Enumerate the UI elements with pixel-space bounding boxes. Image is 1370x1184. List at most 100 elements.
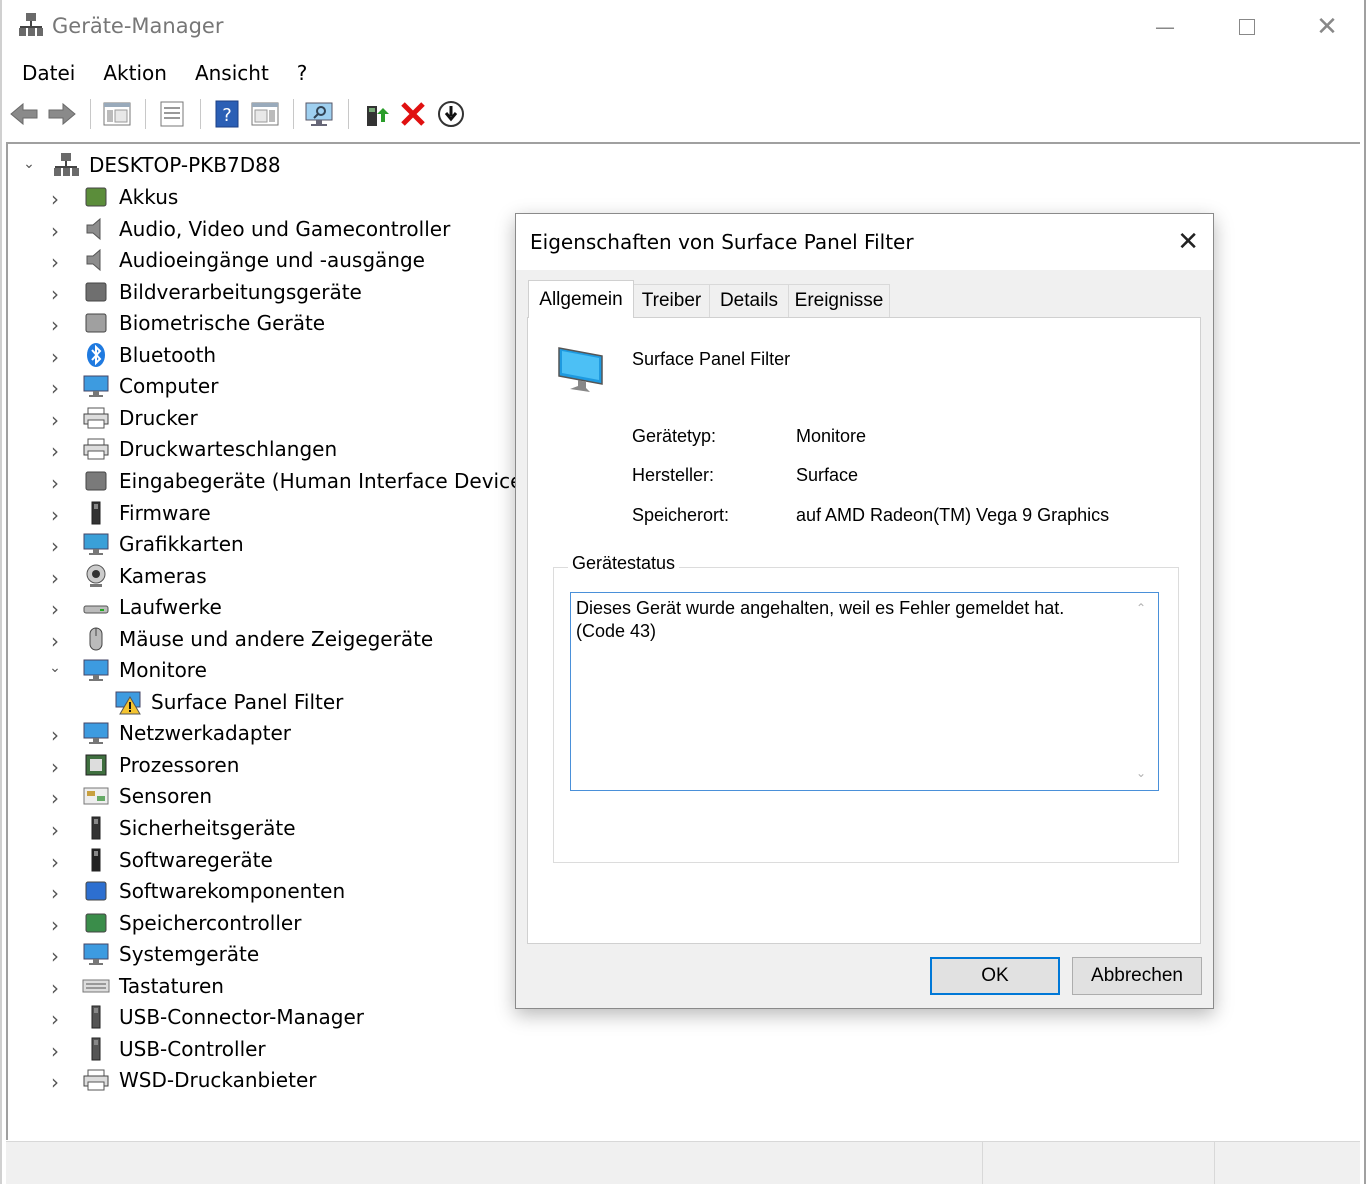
- close-button[interactable]: ✕: [1286, 0, 1368, 54]
- expand-arrow-icon[interactable]: ›: [48, 629, 62, 653]
- tree-category[interactable]: › Bildverarbeitungsgeräte: [51, 277, 362, 307]
- action-pane-button[interactable]: [247, 97, 283, 131]
- tree-category[interactable]: › Softwaregeräte: [51, 845, 273, 875]
- firmware-icon: [91, 501, 101, 524]
- help-button[interactable]: ?: [209, 97, 245, 131]
- tab-treiber[interactable]: Treiber: [633, 284, 710, 317]
- cancel-button[interactable]: Abbrechen: [1072, 957, 1202, 995]
- monitor-icon: [83, 659, 109, 682]
- expand-arrow-icon[interactable]: ›: [48, 345, 62, 369]
- tree-category[interactable]: › Biometrische Geräte: [51, 308, 326, 338]
- dialog-close-button[interactable]: ✕: [1177, 226, 1199, 257]
- tree-category[interactable]: › Drucker: [51, 403, 198, 433]
- expand-arrow-icon[interactable]: ›: [48, 471, 62, 495]
- disable-device-button[interactable]: [433, 97, 469, 131]
- display-adapter-icon: [83, 533, 109, 556]
- tree-category[interactable]: › Laufwerke: [51, 592, 222, 622]
- tree-category[interactable]: › Bluetooth: [51, 340, 216, 370]
- menu-ansicht[interactable]: Ansicht: [181, 58, 283, 90]
- properties-button[interactable]: [154, 97, 190, 131]
- location-label: Speicherort:: [632, 505, 730, 525]
- tree-category[interactable]: › Tastaturen: [51, 971, 224, 1001]
- tree-category[interactable]: › Speichercontroller: [51, 908, 301, 938]
- expand-arrow-icon[interactable]: ›: [48, 219, 62, 243]
- device-status-textbox[interactable]: Dieses Gerät wurde angehalten, weil es F…: [570, 592, 1159, 791]
- tree-category[interactable]: › Kameras: [51, 561, 207, 591]
- tab-ereignisse[interactable]: Ereignisse: [788, 284, 890, 317]
- expand-arrow-icon[interactable]: ›: [48, 597, 62, 621]
- show-hide-console-tree-button[interactable]: [99, 97, 135, 131]
- scroll-down-icon[interactable]: ⌄: [1136, 766, 1146, 780]
- tree-category[interactable]: › Netzwerkadapter: [51, 718, 291, 748]
- expand-arrow-icon[interactable]: ›: [48, 566, 62, 590]
- expand-arrow-icon[interactable]: ›: [48, 187, 62, 211]
- toolbar-separator: [348, 99, 349, 129]
- expand-arrow-icon[interactable]: ›: [48, 1070, 62, 1094]
- tree-category[interactable]: › Softwarekomponenten: [51, 876, 345, 906]
- back-button[interactable]: [6, 97, 42, 131]
- expand-arrow-icon[interactable]: ›: [48, 534, 62, 558]
- expand-arrow-icon[interactable]: ›: [48, 755, 62, 779]
- tree-category-label: Biometrische Geräte: [119, 311, 326, 336]
- tree-category[interactable]: › USB-Controller: [51, 1034, 266, 1064]
- expand-arrow-icon[interactable]: ›: [48, 1039, 62, 1063]
- expand-arrow-icon[interactable]: ›: [48, 913, 62, 937]
- tree-category-label: Softwaregeräte: [119, 847, 273, 872]
- tree-category[interactable]: ⌄ Monitore: [49, 655, 207, 685]
- expand-arrow-icon[interactable]: ›: [48, 1007, 62, 1031]
- expand-arrow-icon[interactable]: ›: [48, 376, 62, 400]
- tree-category-label: Druckwarteschlangen: [119, 437, 338, 462]
- maximize-button[interactable]: [1206, 0, 1288, 54]
- tab-details[interactable]: Details: [709, 284, 789, 317]
- expand-arrow-icon[interactable]: ›: [48, 976, 62, 1000]
- battery-icon: [85, 187, 107, 207]
- close-icon: ✕: [1316, 12, 1338, 42]
- tree-root[interactable]: ⌄ DESKTOP-PKB7D88: [22, 150, 281, 180]
- collapse-arrow-icon[interactable]: ⌄: [48, 660, 62, 676]
- tree-category[interactable]: › Computer: [51, 371, 218, 401]
- tree-device[interactable]: Surface Panel Filter: [114, 687, 343, 717]
- scroll-up-icon[interactable]: ⌃: [1136, 601, 1146, 615]
- expand-arrow-icon[interactable]: ›: [48, 881, 62, 905]
- expand-arrow-icon[interactable]: ›: [48, 282, 62, 306]
- update-driver-button[interactable]: [357, 97, 393, 131]
- tree-category[interactable]: › Sensoren: [51, 781, 212, 811]
- tree-category[interactable]: › Akkus: [51, 182, 178, 212]
- tree-category[interactable]: › WSD-Druckanbieter: [51, 1065, 316, 1095]
- expand-arrow-icon[interactable]: ›: [48, 786, 62, 810]
- collapse-arrow-icon[interactable]: ⌄: [22, 156, 36, 172]
- computer-tree-icon: [19, 13, 43, 36]
- scan-hardware-button[interactable]: [302, 97, 338, 131]
- uninstall-button[interactable]: [395, 97, 431, 131]
- tree-category[interactable]: › Grafikkarten: [51, 529, 244, 559]
- tree-category[interactable]: › USB-Connector-Manager: [51, 1002, 364, 1032]
- expand-arrow-icon[interactable]: ›: [48, 818, 62, 842]
- tree-category[interactable]: › Systemgeräte: [51, 939, 259, 969]
- expand-arrow-icon[interactable]: ›: [48, 313, 62, 337]
- ok-button[interactable]: OK: [930, 957, 1060, 995]
- tree-category-label: Monitore: [119, 658, 207, 683]
- tree-category[interactable]: › Druckwarteschlangen: [51, 434, 338, 464]
- expand-arrow-icon[interactable]: ›: [48, 944, 62, 968]
- tree-category[interactable]: › Audio, Video und Gamecontroller: [51, 214, 450, 244]
- menu-help[interactable]: ?: [283, 58, 322, 90]
- menu-datei[interactable]: Datei: [8, 58, 89, 90]
- tree-category-label: Audioeingänge und -ausgänge: [119, 248, 425, 273]
- expand-arrow-icon[interactable]: ›: [48, 850, 62, 874]
- expand-arrow-icon[interactable]: ›: [48, 250, 62, 274]
- printer-icon: [83, 438, 109, 460]
- expand-arrow-icon[interactable]: ›: [48, 503, 62, 527]
- tree-category[interactable]: › Eingabegeräte (Human Interface Devices): [51, 466, 541, 496]
- tree-category[interactable]: › Audioeingänge und -ausgänge: [51, 245, 425, 275]
- expand-arrow-icon[interactable]: ›: [48, 723, 62, 747]
- tab-allgemein[interactable]: Allgemein: [528, 280, 634, 318]
- expand-arrow-icon[interactable]: ›: [48, 439, 62, 463]
- minimize-button[interactable]: —: [1124, 0, 1206, 54]
- tree-category[interactable]: › Sicherheitsgeräte: [51, 813, 296, 843]
- expand-arrow-icon[interactable]: ›: [48, 408, 62, 432]
- tree-category[interactable]: › Firmware: [51, 498, 211, 528]
- tree-category[interactable]: › Mäuse und andere Zeigegeräte: [51, 624, 433, 654]
- forward-button[interactable]: [44, 97, 80, 131]
- menu-aktion[interactable]: Aktion: [89, 58, 181, 90]
- tree-category[interactable]: › Prozessoren: [51, 750, 239, 780]
